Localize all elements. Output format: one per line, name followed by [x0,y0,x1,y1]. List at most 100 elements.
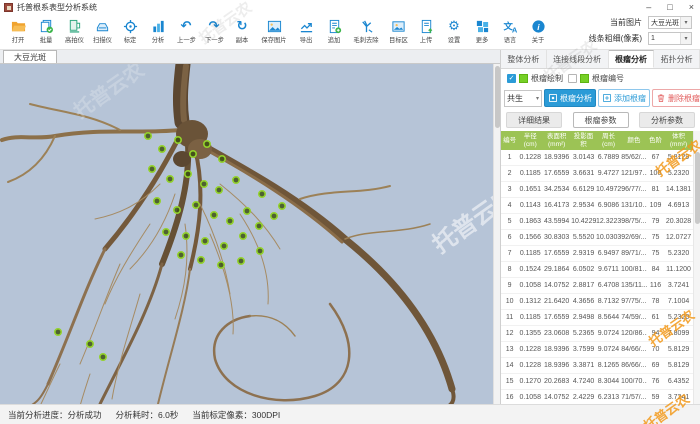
table-cell: 12 [501,330,518,337]
close-button[interactable]: × [689,2,694,12]
table-row[interactable]: 40.114316.41732.95346.9086131/10...1094.… [501,198,700,214]
nodule-marker[interactable] [256,223,262,229]
nodule-marker[interactable] [149,166,155,172]
nodule-marker[interactable] [218,262,224,268]
image-scrollbar[interactable] [493,64,500,404]
nodule-marker[interactable] [178,252,184,258]
table-row[interactable]: 60.156630.83035.552010.030392/69/...7512… [501,230,700,246]
toolbar-button-more[interactable]: 更多 [468,18,496,45]
table-row[interactable]: 90.105814.07522.88176.4708135/11...1163.… [501,278,700,294]
table-row[interactable]: 100.131221.64204.36568.713297/75/...787.… [501,294,700,310]
nodule-marker[interactable] [211,212,217,218]
button-详细结果[interactable]: 详细结果 [506,112,562,128]
nodule-marker[interactable] [167,176,173,182]
nodule-marker[interactable] [87,341,93,347]
nodule-marker[interactable] [238,258,244,264]
toolbar-settings: 当前图片 大豆光斑 ▾ 线条粗细(像素) 1 ▾ [589,14,692,45]
delete-nodule-button[interactable]: 删除根瘤 [652,89,700,107]
tab-整体分析[interactable]: 整体分析 [501,50,547,68]
nodule-marker[interactable] [55,329,61,335]
table-row[interactable]: 20.118517.65593.66319.4727121/97...1005.… [501,166,700,182]
add-nodule-button[interactable]: 添加根瘤 [598,89,650,107]
nodule-marker[interactable] [163,229,169,235]
image-scrollbar-thumb[interactable] [495,66,500,128]
nodule-marker[interactable] [175,137,181,143]
current-image-select[interactable]: 大豆光斑 ▾ [648,16,692,29]
table-row[interactable]: 70.118517.65592.93196.949789/71/...755.2… [501,246,700,262]
toolbar-button-doc-camera[interactable]: 高拍仪 [60,18,88,45]
nodule-marker[interactable] [193,202,199,208]
table-scrollbar-thumb[interactable] [695,152,700,224]
toolbar-button-analyze[interactable]: 分析 [144,18,172,45]
toolbar-button-deburr[interactable]: 毛刺去除 [348,18,384,45]
nodule-marker[interactable] [257,248,263,254]
nodule-marker[interactable] [216,187,222,193]
nodule-marker[interactable] [221,243,227,249]
toolbar-button-calibrate[interactable]: 标定 [116,18,144,45]
nodule-marker[interactable] [244,208,250,214]
nodule-marker[interactable] [202,238,208,244]
button-分析参数[interactable]: 分析参数 [639,112,695,128]
table-row[interactable]: 50.186343.599410.422912.322398/75/...792… [501,214,700,230]
nodule-marker[interactable] [183,233,189,239]
table-row[interactable]: 120.135523.06085.23659.0724120/86...947.… [501,326,700,342]
table-scrollbar[interactable] [693,131,700,404]
toolbar-button-upload[interactable]: 上传 [412,18,440,45]
toolbar-button-about[interactable]: i关于 [524,18,552,45]
toolbar-button-export[interactable]: 导出 [292,18,320,45]
toolbar-button-target-area[interactable]: 目标区 [384,18,412,45]
nodule-marker[interactable] [185,171,191,177]
table-row[interactable]: 160.105814.07522.42296.231371/57/...593.… [501,390,700,404]
toolbar-button-scanner[interactable]: 扫描仪 [88,18,116,45]
nodule-marker[interactable] [174,207,180,213]
toolbar-button-batch[interactable]: 批量 [32,18,60,45]
table-row[interactable]: 30.165134.25346.612910.497296/77/...8114… [501,182,700,198]
tab-拓扑分析[interactable]: 拓扑分析 [654,50,700,68]
table-row[interactable]: 150.127020.26834.72408.3044100/70...766.… [501,374,700,390]
root-image-canvas[interactable]: 托普云农 托普云农 [0,64,500,404]
checkbox-unchecked-icon[interactable] [568,74,577,83]
nodule-marker[interactable] [233,177,239,183]
toolbar-button-label: 批量 [40,36,53,45]
table-row[interactable]: 140.122818.93963.38718.126586/66/...695.… [501,358,700,374]
toolbar-button-copy[interactable]: ↻副本 [228,18,256,45]
minimize-button[interactable]: – [646,2,651,12]
tab-根瘤分析[interactable]: 根瘤分析 [609,50,655,68]
table-row[interactable]: 80.152429.18646.05029.6711100/81...8411.… [501,262,700,278]
maximize-button[interactable]: □ [667,2,672,12]
toolbar-button-language[interactable]: 文A语言 [496,18,524,45]
table-row[interactable]: 130.122818.93963.75999.072484/66/...705.… [501,342,700,358]
toolbar-button-undo[interactable]: ↶上一步 [172,18,200,45]
nodule-marker[interactable] [190,151,196,157]
nodule-marker[interactable] [201,181,207,187]
table-row[interactable]: 110.118517.65592.94988.564474/59/...615.… [501,310,700,326]
checkbox-根瘤编号[interactable]: 根瘤编号 [568,73,624,84]
nodule-marker[interactable] [145,133,151,139]
nodule-type-select[interactable]: 共生 ▾ [504,90,542,107]
nodule-marker[interactable] [271,213,277,219]
toolbar-button-save-image[interactable]: 保存图片 [256,18,292,45]
checkbox-根瘤绘制[interactable]: ✓根瘤绘制 [507,73,563,84]
nodule-marker[interactable] [219,156,225,162]
tab-连接线段分析[interactable]: 连接线段分析 [547,50,609,68]
image-tab[interactable]: 大豆光斑 [3,50,57,63]
nodule-marker[interactable] [154,198,160,204]
nodule-marker[interactable] [159,146,165,152]
toolbar-button-redo[interactable]: ↷下一步 [200,18,228,45]
toolbar-button-append[interactable]: 追加 [320,18,348,45]
nodule-marker[interactable] [259,191,265,197]
nodule-marker[interactable] [204,141,210,147]
button-根瘤参数[interactable]: 根瘤参数 [573,112,629,128]
nodule-marker[interactable] [100,354,106,360]
nodule-marker[interactable] [240,233,246,239]
nodule-marker[interactable] [227,218,233,224]
toolbar-button-folder-open[interactable]: 打开 [4,18,32,45]
nodule-marker[interactable] [198,257,204,263]
checkbox-checked-icon[interactable]: ✓ [507,74,516,83]
table-cell: 75 [647,234,664,241]
toolbar-button-settings[interactable]: ⚙设置 [440,18,468,45]
nodule-analyze-button[interactable]: 根瘤分析 [544,89,596,107]
nodule-marker[interactable] [279,203,285,209]
table-row[interactable]: 10.122818.93963.01436.788985/62/...675.8… [501,150,700,166]
line-width-select[interactable]: 1 ▾ [648,32,692,45]
